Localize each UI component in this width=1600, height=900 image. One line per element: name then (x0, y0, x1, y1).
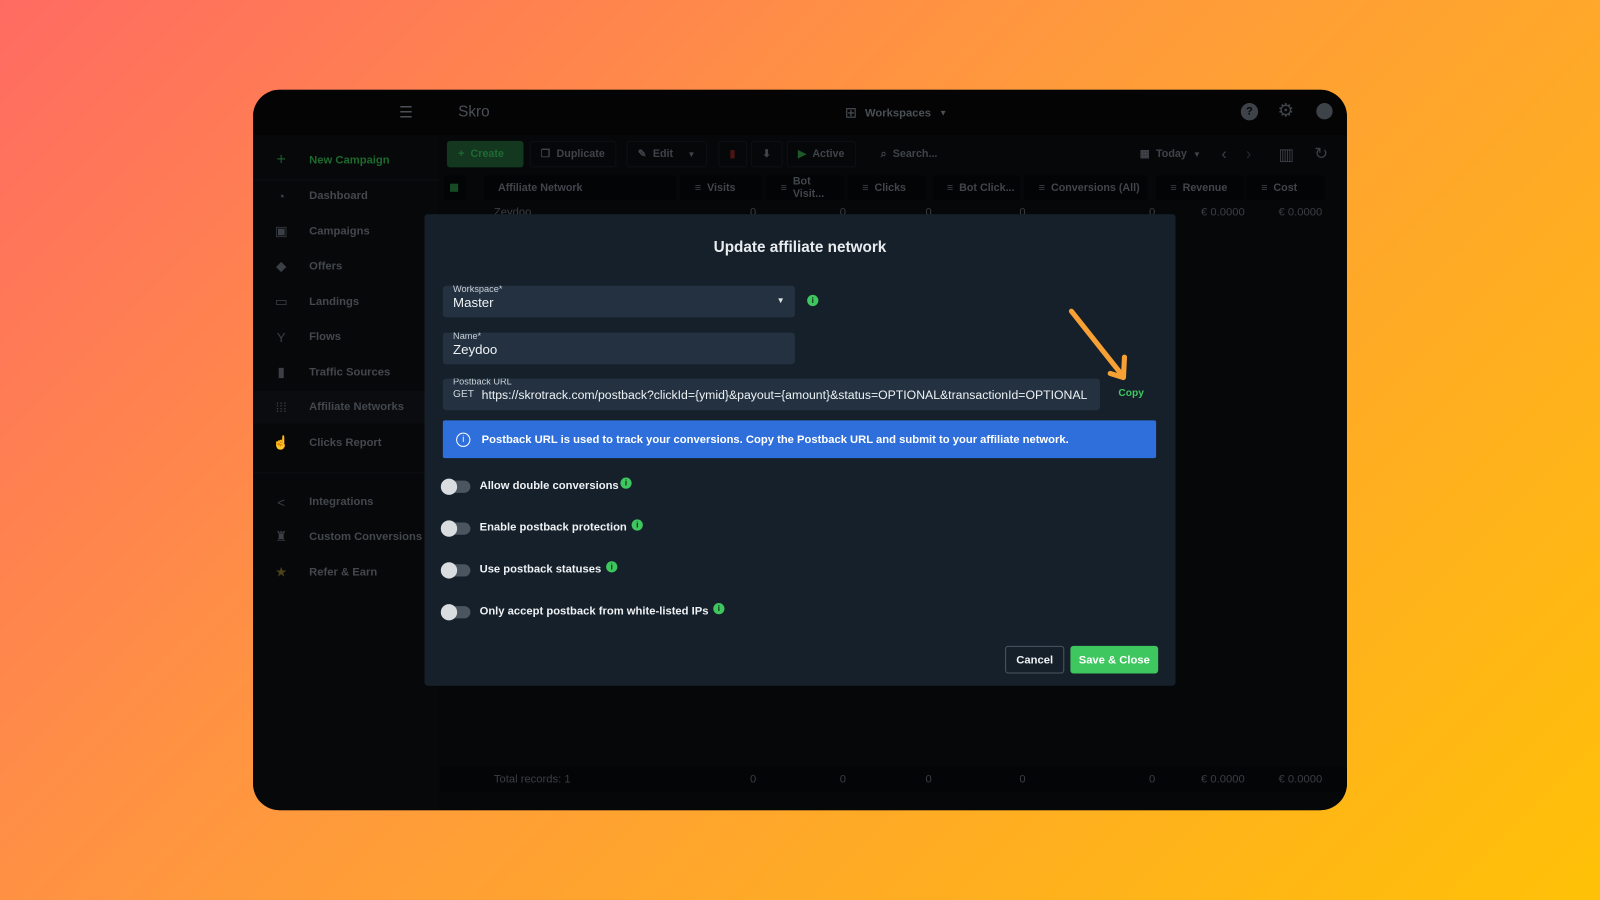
column-header[interactable]: ≡ Bot Visit... (766, 175, 844, 200)
duplicate-button[interactable]: ❐ Duplicate (529, 140, 617, 168)
next-date-icon[interactable]: › (1246, 146, 1251, 164)
cancel-button[interactable]: Cancel (1005, 645, 1065, 674)
save-close-button[interactable]: Save & Close (1070, 645, 1159, 674)
sidebar-divider (253, 472, 440, 474)
column-header[interactable]: ≡ Visits (680, 175, 763, 200)
arrow-annotation-icon (1068, 308, 1128, 381)
grid-icon: ⊞ (844, 104, 857, 121)
gauge-icon: ◔ (277, 188, 286, 204)
edit-button[interactable]: ✎ Edit ▼ (626, 140, 707, 168)
info-icon[interactable]: i (713, 603, 725, 615)
column-header[interactable]: Affiliate Network (483, 175, 676, 200)
select-all-checkbox[interactable] (443, 175, 467, 200)
copy-icon: ❐ (540, 147, 551, 161)
info-icon[interactable]: i (631, 519, 643, 531)
sidebar-item-landings[interactable]: ▭ Landings (253, 286, 440, 319)
pencil-icon: ✎ (637, 147, 647, 161)
toggle-switch[interactable] (440, 562, 471, 579)
star-icon: ★ (275, 564, 288, 580)
sidebar-item-clicks-report[interactable]: ☝ Clicks Report (253, 427, 440, 460)
info-circle-icon: i (456, 432, 471, 447)
sidebar-item-integrations[interactable]: < Integrations (253, 486, 440, 519)
workspaces-dropdown[interactable]: ⊞ Workspaces ▼ (845, 104, 947, 121)
sidebar-item-dashboard[interactable]: ◔ Dashboard (253, 180, 440, 213)
help-icon[interactable]: ? (1240, 103, 1259, 121)
prev-date-icon[interactable]: ‹ (1221, 146, 1226, 164)
sidebar-item-custom-conversions[interactable]: ♜ Custom Conversions (253, 520, 440, 553)
workspace-select[interactable]: Workspace* Master ▼ (442, 284, 795, 318)
chevron-down-icon: ▼ (1192, 149, 1202, 159)
chevron-down-icon: ▼ (776, 295, 785, 306)
info-icon[interactable]: i (606, 561, 618, 573)
new-campaign-button[interactable]: + New Campaign (253, 140, 440, 181)
sidebar-item-flows[interactable]: Y Flows (253, 320, 440, 353)
plus-icon: + (458, 147, 465, 161)
name-input[interactable]: Name* Zeydoo (442, 331, 795, 365)
search-input[interactable]: ⌕ Search... (870, 141, 1135, 168)
play-icon: ▶ (797, 147, 807, 161)
date-range-dropdown[interactable]: ▦ Today ▼ (1130, 141, 1212, 168)
chevron-down-icon: ▼ (939, 108, 948, 118)
chevron-down-icon: ▼ (687, 149, 696, 159)
pointer-hand-icon: ☝ (272, 434, 290, 450)
flow-icon: Y (276, 329, 286, 345)
columns-icon[interactable]: ▥ (1279, 145, 1294, 165)
sidebar-item-traffic-sources[interactable]: ▮ Traffic Sources (253, 356, 440, 389)
trophy-icon: ♜ (275, 528, 288, 544)
column-header[interactable]: ≡ Clicks (847, 175, 926, 200)
dialog-title: Update affiliate network (713, 238, 887, 257)
brand-logo: Skro (458, 103, 490, 121)
create-button[interactable]: + Create (446, 140, 524, 168)
update-affiliate-network-dialog: Update affiliate network Workspace* Mast… (424, 214, 1176, 686)
toggle-switch[interactable] (440, 604, 471, 621)
briefcase-icon: ▣ (274, 223, 288, 239)
postback-url-field[interactable]: Postback URL GET https://skrotrack.com/p… (442, 378, 1100, 411)
menu-collapse-icon[interactable]: ☰ (399, 103, 413, 121)
column-header[interactable]: ≡ Cost (1246, 175, 1325, 200)
toggle-switch[interactable] (440, 478, 471, 495)
sidebar-item-offers[interactable]: ◆ Offers (253, 250, 440, 283)
top-bar: ☰ Skro ⊞ Workspaces ▼ ? ⚙ (253, 89, 1347, 135)
column-header[interactable]: ≡ Revenue (1156, 175, 1244, 200)
column-header[interactable]: ≡ Conversions (All) (1024, 175, 1147, 200)
tag-icon: ◆ (276, 258, 287, 274)
monitor-icon: ▭ (274, 293, 288, 310)
search-icon: ⌕ (880, 147, 887, 160)
status-filter-button[interactable]: ▶ Active (786, 140, 856, 168)
sidebar-item-refer-earn[interactable]: ★ Refer & Earn (253, 556, 440, 589)
info-icon[interactable]: i (807, 294, 819, 307)
column-header[interactable]: ≡ Bot Click... (932, 175, 1021, 200)
sidebar: + New Campaign ◔ Dashboard ▣ Campaigns ◆ Of… (253, 134, 440, 811)
sidebar-item-affiliate-networks[interactable]: ⁞⁞⁞ Affiliate Networks (253, 390, 440, 424)
calendar-icon: ▦ (1139, 147, 1150, 161)
refresh-icon[interactable]: ↻ (1314, 144, 1328, 164)
gear-icon[interactable]: ⚙ (1278, 100, 1294, 121)
download-icon[interactable]: ⬇ (751, 140, 783, 168)
info-banner: i Postback URL is used to track your con… (442, 420, 1157, 459)
user-avatar-icon[interactable] (1316, 103, 1333, 120)
traffic-light-icon: ▮ (277, 364, 285, 380)
share-icon: < (277, 494, 285, 510)
grid-dots-icon: ⁞⁞⁞ (275, 399, 287, 415)
plus-icon: + (276, 150, 286, 168)
delete-icon[interactable]: ▮ (718, 140, 747, 168)
toggle-switch[interactable] (440, 520, 471, 537)
info-icon[interactable]: i (620, 477, 632, 489)
copy-link[interactable]: Copy (1118, 388, 1144, 399)
sidebar-item-campaigns[interactable]: ▣ Campaigns (253, 215, 440, 248)
table-footer: Total records: 1 0 0 0 0 0 € 0.0000 € 0.… (439, 767, 1347, 792)
